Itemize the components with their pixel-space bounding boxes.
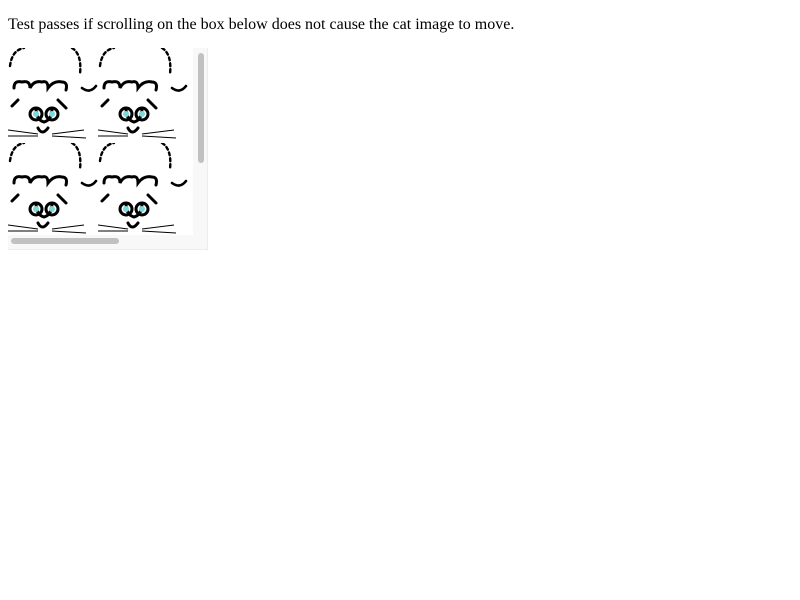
horizontal-scrollbar-thumb[interactable] xyxy=(11,238,119,244)
test-instruction-text: Test passes if scrolling on the box belo… xyxy=(8,16,515,33)
cat-face-icon xyxy=(8,48,98,143)
horizontal-scrollbar[interactable] xyxy=(10,236,195,247)
cat-face-icon xyxy=(98,143,188,234)
scroll-viewport[interactable] xyxy=(8,48,193,235)
scroll-box[interactable] xyxy=(8,48,208,250)
vertical-scrollbar[interactable] xyxy=(195,50,206,235)
vertical-scrollbar-thumb[interactable] xyxy=(198,53,204,163)
cat-face-icon xyxy=(98,48,188,143)
cat-face-icon xyxy=(8,143,98,234)
